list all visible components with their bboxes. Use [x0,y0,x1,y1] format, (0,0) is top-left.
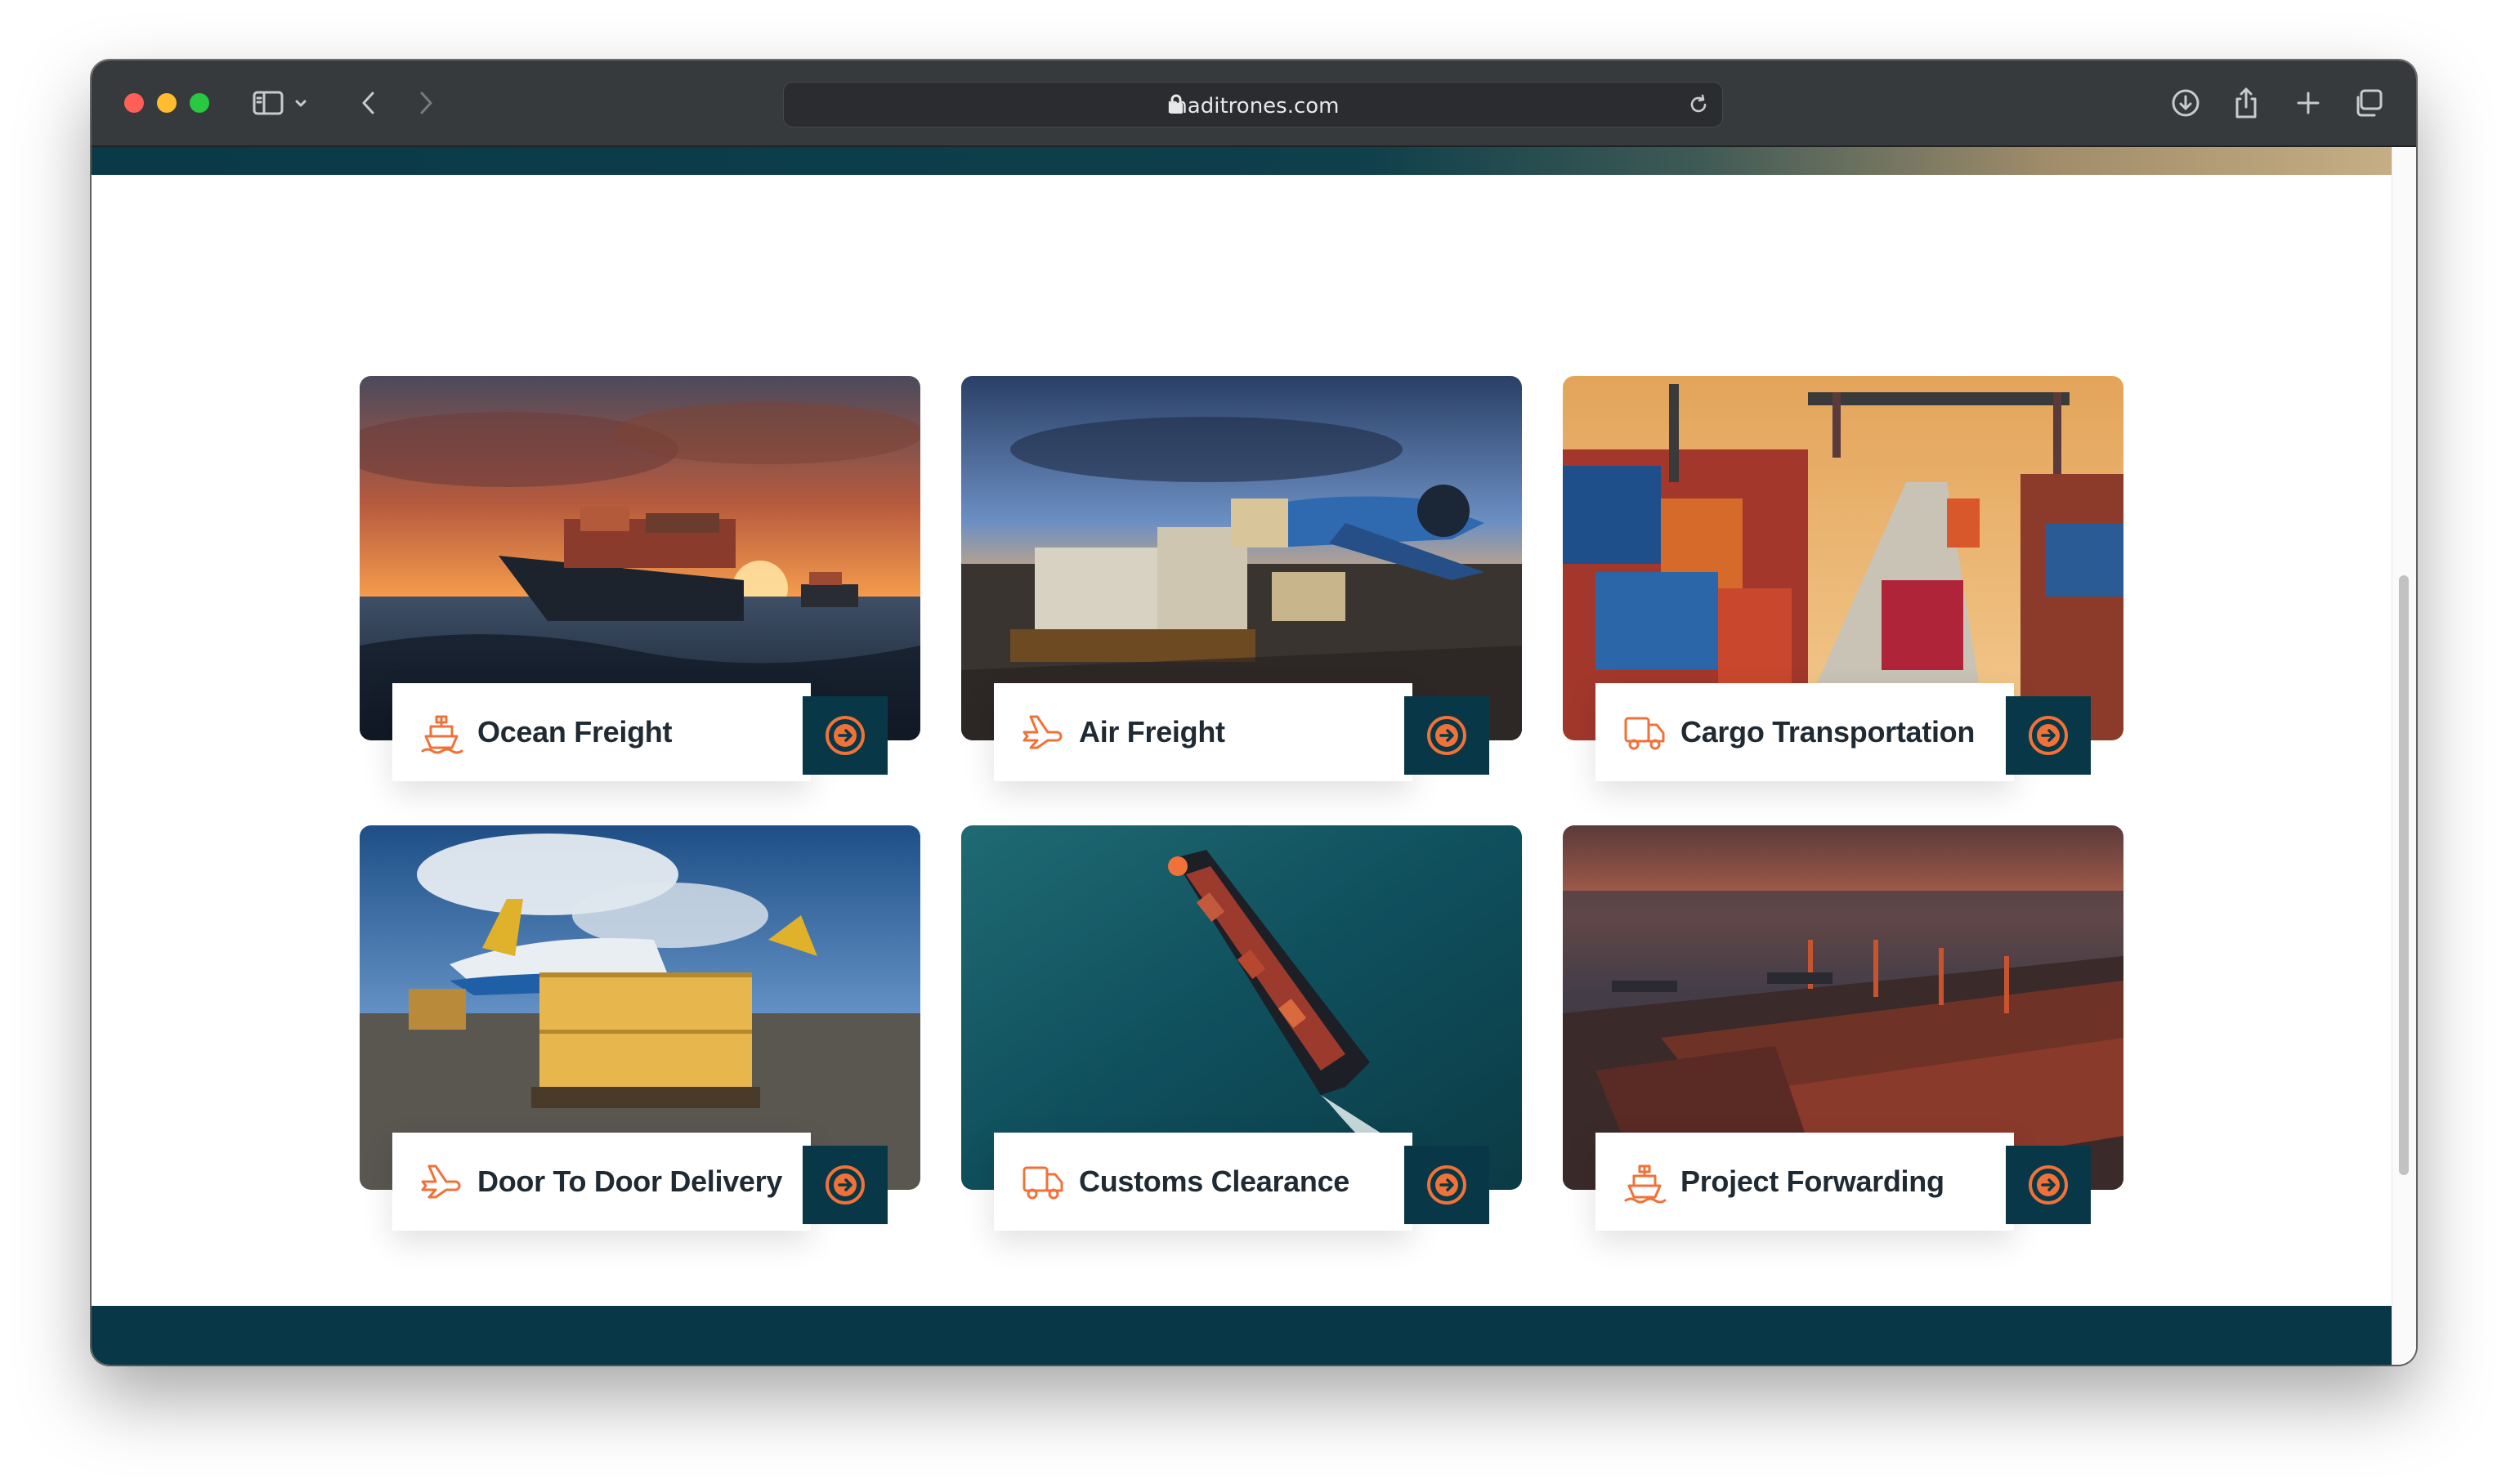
maximize-window-button[interactable] [190,93,209,113]
service-label[interactable]: Door To Door Delivery [392,1133,811,1231]
tab-overview-icon[interactable] [2351,85,2387,121]
browser-window: maditrones.com Ocean Freight Air Freight… [92,60,2416,1365]
arrow-right-circle-icon [826,716,865,755]
arrow-right-circle-icon [1427,1165,1466,1205]
browser-titlebar: maditrones.com [92,60,2416,147]
service-card[interactable]: Project Forwarding [1563,825,2123,1231]
service-label[interactable]: Customs Clearance [994,1133,1412,1231]
forward-arrow-icon[interactable] [407,85,443,121]
page-content: Ocean Freight Air Freight Cargo Transpor… [92,147,2392,1365]
service-card[interactable]: Customs Clearance [961,825,1522,1231]
arrow-right-circle-icon [2029,716,2068,755]
chevron-down-icon[interactable] [289,85,312,121]
service-title: Air Freight [1079,715,1225,749]
arrow-button[interactable] [1404,1146,1489,1224]
truck-icon [1018,1157,1067,1206]
ship-icon [1620,1157,1669,1206]
service-label[interactable]: Cargo Transportation [1595,683,2014,781]
service-title: Ocean Freight [477,715,673,749]
hero-image-bottom-edge [92,147,2392,175]
service-label[interactable]: Ocean Freight [392,683,811,781]
service-card[interactable]: Door To Door Delivery [360,825,920,1231]
service-card[interactable]: Ocean Freight [360,376,920,781]
service-title: Cargo Transportation [1680,715,1976,749]
service-label[interactable]: Project Forwarding [1595,1133,2014,1231]
arrow-button[interactable] [2006,1146,2091,1224]
arrow-button[interactable] [803,1146,888,1224]
arrow-right-circle-icon [826,1165,865,1205]
plane-icon [1018,708,1067,757]
new-tab-icon[interactable] [2290,85,2326,121]
arrow-button[interactable] [2006,696,2091,775]
service-card[interactable]: Cargo Transportation [1563,376,2123,781]
arrow-right-circle-icon [2029,1165,2068,1205]
service-card[interactable]: Air Freight [961,376,1522,781]
service-title: Project Forwarding [1680,1164,1944,1198]
minimize-window-button[interactable] [157,93,177,113]
address-bar[interactable]: maditrones.com [783,82,1723,127]
download-icon[interactable] [2168,85,2204,121]
footer-top-edge [92,1306,2392,1365]
arrow-right-circle-icon [1427,716,1466,755]
share-icon[interactable] [2228,85,2264,121]
ship-icon [417,708,466,757]
sidebar-toggle-icon[interactable] [250,85,286,121]
service-title: Customs Clearance [1079,1164,1350,1198]
reload-icon[interactable] [1686,92,1711,121]
service-title: Door To Door Delivery [477,1164,783,1198]
arrow-button[interactable] [1404,696,1489,775]
service-label[interactable]: Air Freight [994,683,1412,781]
scrollbar[interactable] [2392,147,2416,1365]
url-text: maditrones.com [1166,94,1340,118]
truck-icon [1620,708,1669,757]
close-window-button[interactable] [124,93,144,113]
back-arrow-icon[interactable] [351,85,387,121]
scrollbar-thumb[interactable] [2399,575,2409,1175]
plane-icon [417,1157,466,1206]
arrow-button[interactable] [803,696,888,775]
